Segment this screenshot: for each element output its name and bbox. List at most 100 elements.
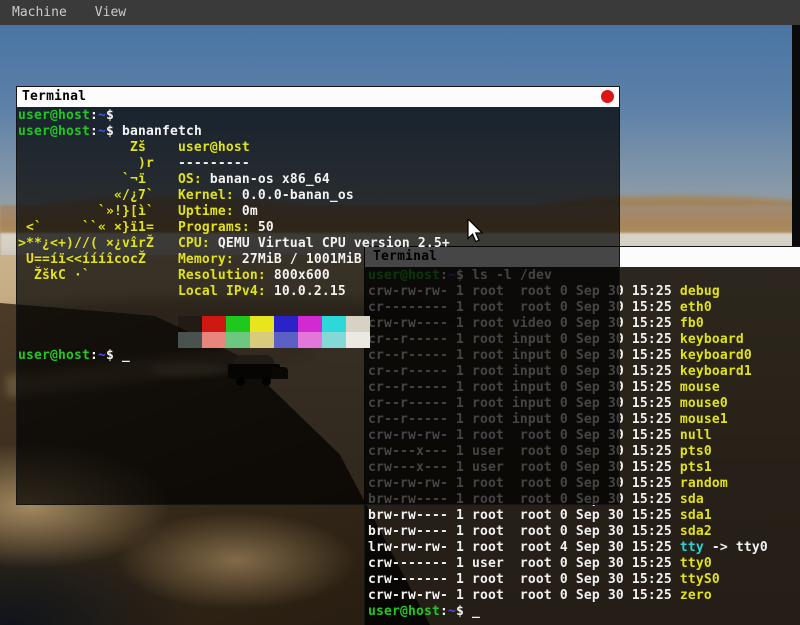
palette-swatch xyxy=(322,332,346,348)
text-segment: `»!}[ì` xyxy=(18,204,178,219)
terminal1-content[interactable]: user@host:~$user@host:~$ bananfetch Zš u… xyxy=(17,107,619,504)
text-segment: bananfetch xyxy=(114,124,202,139)
text-segment: null xyxy=(680,428,712,443)
text-segment: Kernel: xyxy=(178,188,234,203)
palette-swatch xyxy=(298,332,322,348)
menu-view[interactable]: View xyxy=(95,5,126,20)
text-segment: user@host xyxy=(368,604,440,619)
text-segment: Zš xyxy=(18,140,178,155)
terminal-line: «/¿7` Kernel: 0.0.0-banan_os xyxy=(18,188,619,204)
text-segment: pts1 xyxy=(680,460,712,475)
terminal-line: user@host:~$ xyxy=(18,108,619,124)
text-segment: user@host xyxy=(18,124,90,139)
terminal1-titlebar[interactable]: Terminal xyxy=(17,87,619,107)
text-segment: user@host xyxy=(18,108,90,123)
text-segment: «/¿7` xyxy=(18,188,178,203)
file-list-row: brw-rw---- 1 root root 0 Sep 30 15:25 sd… xyxy=(368,524,800,540)
text-segment: 0m xyxy=(234,204,258,219)
palette-swatch xyxy=(346,332,370,348)
text-segment: fb0 xyxy=(680,316,704,331)
text-segment: crw------- 1 root root 0 Sep 30 15:25 xyxy=(368,572,680,587)
palette-swatch xyxy=(250,316,274,332)
text-segment: tty xyxy=(680,540,704,555)
menu-machine[interactable]: Machine xyxy=(12,5,67,20)
text-segment: ~ xyxy=(98,348,106,363)
text-segment: _ xyxy=(472,604,480,619)
text-segment: keyboard xyxy=(680,332,744,347)
file-list-row: lrw-rw-rw- 1 root root 4 Sep 30 15:25 tt… xyxy=(368,540,800,556)
palette-swatch xyxy=(250,332,274,348)
text-segment: $ xyxy=(106,124,114,139)
mouse-cursor-icon xyxy=(467,219,485,245)
text-segment: $ xyxy=(106,348,122,363)
text-segment: ~ xyxy=(98,108,106,123)
text-segment: sda xyxy=(680,492,704,507)
terminal-line: ŽškC ·` Resolution: 800x600 xyxy=(18,268,619,284)
terminal-line xyxy=(18,300,619,316)
text-segment: Local IPv4: xyxy=(178,284,266,299)
color-palette-row xyxy=(18,316,619,332)
text-segment: --------- xyxy=(178,156,250,171)
text-segment: debug xyxy=(680,284,720,299)
text-segment: 800x600 xyxy=(266,268,330,283)
text-segment: U==íï<<íííîcocŽ xyxy=(18,252,178,267)
terminal-line: user@host:~$ bananfetch xyxy=(18,124,619,140)
text-segment: crw-rw-rw- 1 root root 0 Sep 30 15:25 xyxy=(368,588,680,603)
text-segment: : xyxy=(440,604,448,619)
palette-swatch xyxy=(322,316,346,332)
text-segment: _ xyxy=(122,348,130,363)
vm-screen: Machine View Terminal user@host:~$ ls -l… xyxy=(0,0,800,625)
text-segment: Resolution: xyxy=(178,268,266,283)
text-segment: mouse xyxy=(680,380,720,395)
text-segment: : xyxy=(90,348,98,363)
text-segment: ŽškC ·` xyxy=(18,268,178,283)
terminal-window-1[interactable]: Terminal user@host:~$user@host:~$ bananf… xyxy=(16,86,620,505)
terminal-line: user@host:~$ _ xyxy=(18,348,619,364)
text-segment: banan-os x86_64 xyxy=(202,172,330,187)
text-segment: eth0 xyxy=(680,300,712,315)
text-segment: ttyS0 xyxy=(680,572,720,587)
text-segment: OS: xyxy=(178,172,202,187)
text-segment: zero xyxy=(680,588,712,603)
text-segment: user@host xyxy=(178,140,250,155)
terminal-line: )r --------- xyxy=(18,156,619,172)
vm-menubar: Machine View xyxy=(0,0,800,25)
text-segment: `¬ï xyxy=(18,172,178,187)
palette-swatch xyxy=(274,316,298,332)
text-segment: ~ xyxy=(98,124,106,139)
text-segment: CPU: xyxy=(178,236,210,251)
text-segment: sda1 xyxy=(680,508,712,523)
text-segment: : xyxy=(90,108,98,123)
palette-swatch xyxy=(226,332,250,348)
palette-swatch xyxy=(202,316,226,332)
text-segment: $ xyxy=(106,108,114,123)
text-segment: keyboard0 xyxy=(680,348,752,363)
terminal-line: >**¿<+)//( ×¿vîrŽ CPU: QEMU Virtual CPU … xyxy=(18,236,619,252)
wallpaper-edge-strip xyxy=(792,25,800,250)
text-segment: keyboard1 xyxy=(680,364,752,379)
terminal-line: Zš user@host xyxy=(18,140,619,156)
terminal-line: <` ``« ×}ï1= Programs: 50 xyxy=(18,220,619,236)
text-segment: -> tty0 xyxy=(704,540,768,555)
text-segment: QEMU Virtual CPU version 2.5+ xyxy=(210,236,450,251)
text-segment: Uptime: xyxy=(178,204,234,219)
text-segment: 10.0.2.15 xyxy=(266,284,346,299)
text-segment: 27MiB / 1001MiB xyxy=(234,252,362,267)
terminal1-title: Terminal xyxy=(22,89,86,104)
text-segment: mouse1 xyxy=(680,412,728,427)
color-palette-row xyxy=(18,332,619,348)
terminal-line: `¬ï OS: banan-os x86_64 xyxy=(18,172,619,188)
palette-swatch xyxy=(226,316,250,332)
text-segment: brw-rw---- 1 root root 0 Sep 30 15:25 xyxy=(368,524,680,539)
palette-swatch xyxy=(346,316,370,332)
text-segment: Programs: xyxy=(178,220,250,235)
palette-swatch xyxy=(178,332,202,348)
text-segment: 0.0.0-banan_os xyxy=(234,188,354,203)
file-list-row: crw------- 1 root root 0 Sep 30 15:25 tt… xyxy=(368,572,800,588)
file-list-row: crw-rw-rw- 1 root root 0 Sep 30 15:25 ze… xyxy=(368,588,800,604)
close-button-icon[interactable] xyxy=(601,90,614,103)
file-list-row: brw-rw---- 1 root root 0 Sep 30 15:25 sd… xyxy=(368,508,800,524)
palette-swatch xyxy=(202,332,226,348)
text-segment: 50 xyxy=(250,220,274,235)
terminal-line: `»!}[ì` Uptime: 0m xyxy=(18,204,619,220)
